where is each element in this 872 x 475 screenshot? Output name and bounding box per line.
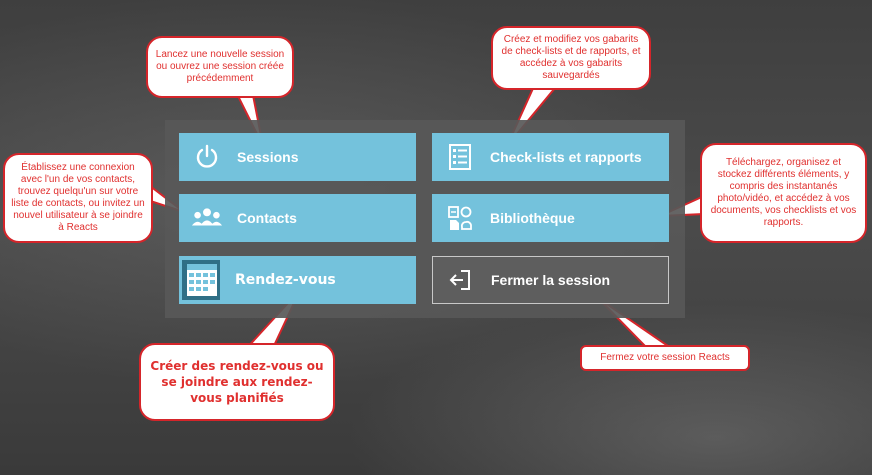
- checklists-label: Check-lists et rapports: [490, 149, 642, 165]
- checklist-icon: [444, 141, 476, 173]
- contacts-callout: Établissez une connexion avec l'un de vo…: [3, 153, 153, 243]
- sessions-button[interactable]: Sessions: [179, 133, 416, 181]
- sessions-label: Sessions: [237, 149, 299, 165]
- calendar-icon: [181, 258, 221, 302]
- checklists-callout: Créez et modifiez vos gabarits de check-…: [491, 26, 651, 90]
- library-icon: [444, 202, 476, 234]
- bibliotheque-label: Bibliothèque: [490, 210, 575, 226]
- rendezvous-label: Rendez-vous: [235, 272, 336, 288]
- checklists-button[interactable]: Check-lists et rapports: [432, 133, 669, 181]
- logout-label: Fermer la session: [491, 272, 611, 288]
- logout-callout: Fermez votre session Reacts: [580, 345, 750, 371]
- people-icon: [191, 202, 223, 234]
- main-menu-panel: Sessions Check-lists et rapports Contact…: [165, 120, 685, 318]
- contacts-button[interactable]: Contacts: [179, 194, 416, 242]
- power-icon: [191, 141, 223, 173]
- rendezvous-callout: Créer des rendez-vous ou se joindre aux …: [139, 343, 335, 421]
- rendezvous-button[interactable]: Rendez-vous: [179, 256, 416, 304]
- bibliotheque-button[interactable]: Bibliothèque: [432, 194, 669, 242]
- bibliotheque-callout: Téléchargez, organisez et stockez différ…: [700, 143, 867, 243]
- logout-icon: [445, 264, 477, 296]
- logout-button[interactable]: Fermer la session: [432, 256, 669, 304]
- sessions-callout: Lancez une nouvelle session ou ouvrez un…: [146, 36, 294, 98]
- contacts-label: Contacts: [237, 210, 297, 226]
